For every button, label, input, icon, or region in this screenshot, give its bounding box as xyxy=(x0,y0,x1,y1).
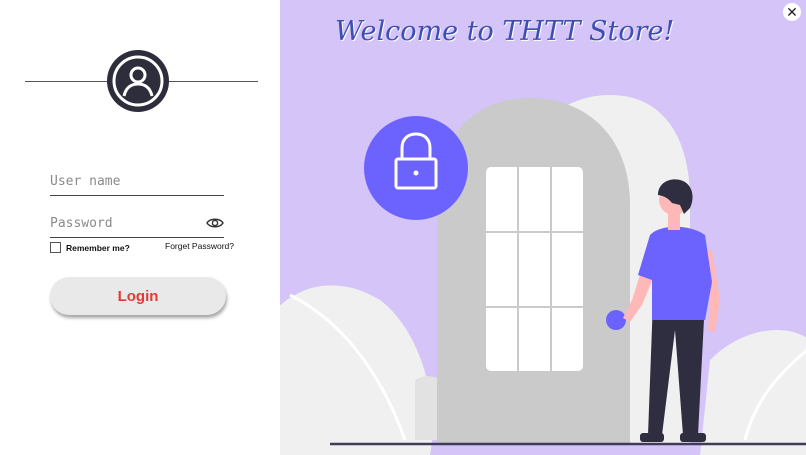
avatar-divider-right xyxy=(166,81,258,82)
login-button[interactable]: Login xyxy=(50,277,226,315)
forget-password-link[interactable]: Forget Password? xyxy=(165,241,234,251)
leaf-left xyxy=(280,285,433,455)
login-panel: Remember me? Forget Password? Login xyxy=(0,0,280,455)
remember-me[interactable]: Remember me? xyxy=(50,242,130,253)
username-input[interactable] xyxy=(50,171,224,191)
door-window xyxy=(486,167,583,371)
password-input[interactable] xyxy=(50,213,200,233)
password-underline xyxy=(50,237,224,238)
close-icon[interactable]: ✕ xyxy=(783,3,801,21)
user-circle-icon xyxy=(107,50,169,112)
remember-checkbox[interactable] xyxy=(50,242,61,253)
password-field[interactable] xyxy=(50,213,224,238)
welcome-panel: Welcome to THTT Store! ✕ xyxy=(280,0,806,455)
username-underline xyxy=(50,195,224,196)
eye-icon[interactable] xyxy=(206,216,224,230)
door-illustration xyxy=(280,95,806,455)
remember-label: Remember me? xyxy=(66,242,130,253)
leaf-right xyxy=(700,330,806,455)
lock-circle xyxy=(364,116,468,220)
avatar-divider-left xyxy=(25,81,110,82)
username-field[interactable] xyxy=(50,171,224,196)
welcome-title: Welcome to THTT Store! xyxy=(335,16,675,47)
